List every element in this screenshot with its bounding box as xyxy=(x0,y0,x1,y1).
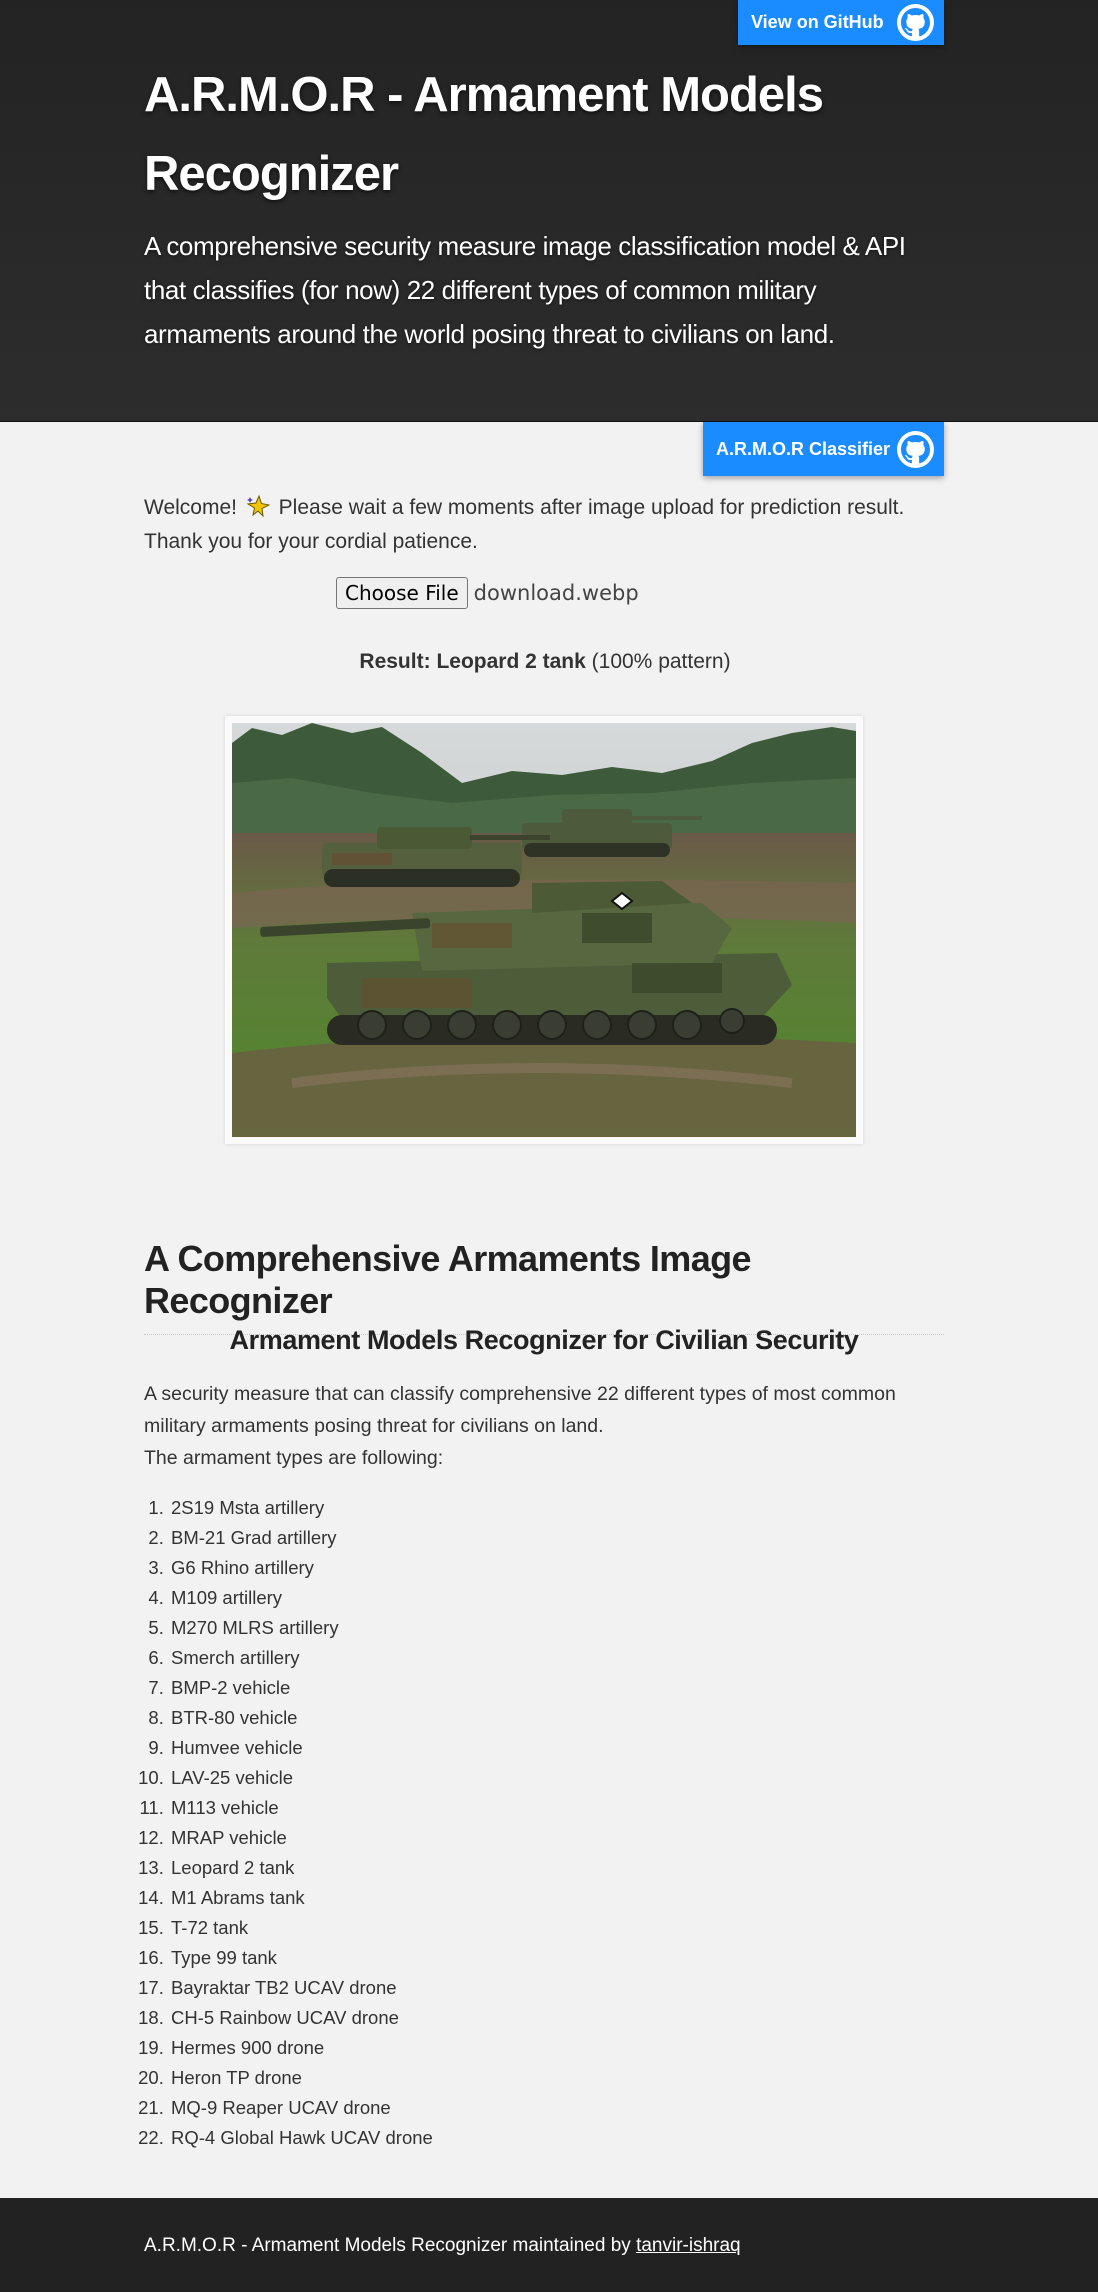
list-item: MQ-9 Reaper UCAV drone xyxy=(169,2093,769,2123)
result-label: Result: xyxy=(359,650,431,673)
list-item: RQ-4 Global Hawk UCAV drone xyxy=(169,2123,769,2153)
footer-text: A.R.M.O.R - Armament Models Recognizer m… xyxy=(144,2235,631,2256)
armor-classifier-button[interactable]: A.R.M.O.R Classifier xyxy=(703,422,944,476)
page-footer: A.R.M.O.R - Armament Models Recognizer m… xyxy=(0,2198,1098,2292)
description-text: A security measure that can classify com… xyxy=(144,1383,896,1437)
page-subtitle: A comprehensive security measure image c… xyxy=(144,231,906,349)
list-item: LAV-25 vehicle xyxy=(169,1763,769,1793)
list-item: M270 MLRS artillery xyxy=(169,1613,769,1643)
list-item: Type 99 tank xyxy=(169,1943,769,1973)
page-header: View on GitHub A.R.M.O.R - Armament Mode… xyxy=(0,0,1098,422)
view-on-github-label: View on GitHub xyxy=(751,12,884,32)
selected-file-name: download.webp xyxy=(473,581,639,605)
list-item: M109 artillery xyxy=(169,1583,769,1613)
list-item: BTR-80 vehicle xyxy=(169,1703,769,1733)
result-confidence: (100% pattern) xyxy=(591,650,731,673)
uploaded-image xyxy=(232,723,856,1137)
list-item: M1 Abrams tank xyxy=(169,1883,769,1913)
list-item: 2S19 Msta artillery xyxy=(169,1493,769,1523)
armament-types-list: 2S19 Msta artillery BM-21 Grad artillery… xyxy=(144,1493,769,2153)
list-item: Leopard 2 tank xyxy=(169,1853,769,1883)
choose-file-button[interactable]: Choose File xyxy=(336,577,468,609)
section-heading: A Comprehensive Armaments Image Recogniz… xyxy=(144,1238,944,1335)
list-item: Smerch artillery xyxy=(169,1643,769,1673)
list-item: Hermes 900 drone xyxy=(169,2033,769,2063)
result-value: Leopard 2 tank xyxy=(436,650,586,673)
list-item: Heron TP drone xyxy=(169,2063,769,2093)
github-icon xyxy=(897,430,934,468)
github-icon xyxy=(897,4,934,41)
list-item: M113 vehicle xyxy=(169,1793,769,1823)
prediction-result: Result: Leopard 2 tank (100% pattern) xyxy=(0,650,1090,674)
list-item: BMP-2 vehicle xyxy=(169,1673,769,1703)
list-item: MRAP vehicle xyxy=(169,1823,769,1853)
welcome-message: Welcome! Please wait a few moments after… xyxy=(144,491,944,559)
page-title: A.R.M.O.R - Armament Models Recognizer xyxy=(144,68,824,201)
welcome-text: Welcome! xyxy=(144,496,237,519)
sparkle-star-icon xyxy=(246,494,271,518)
list-item: Bayraktar TB2 UCAV drone xyxy=(169,1973,769,2003)
list-item: G6 Rhino artillery xyxy=(169,1553,769,1583)
list-item: BM-21 Grad artillery xyxy=(169,1523,769,1553)
maintainer-link[interactable]: tanvir-ishraq xyxy=(636,2235,741,2256)
armor-classifier-label: A.R.M.O.R Classifier xyxy=(716,438,891,459)
types-intro-text: The armament types are following: xyxy=(144,1447,444,1469)
footer-credit: A.R.M.O.R - Armament Models Recognizer m… xyxy=(144,2235,741,2257)
uploaded-image-frame xyxy=(225,716,863,1144)
file-upload: Choose File download.webp xyxy=(336,577,639,609)
section-description: A security measure that can classify com… xyxy=(144,1378,944,1474)
list-item: T-72 tank xyxy=(169,1913,769,1943)
list-item: CH-5 Rainbow UCAV drone xyxy=(169,2003,769,2033)
view-on-github-button[interactable]: View on GitHub xyxy=(738,0,944,45)
section-subheading: Armament Models Recognizer for Civilian … xyxy=(229,1325,859,1355)
list-item: Humvee vehicle xyxy=(169,1733,769,1763)
